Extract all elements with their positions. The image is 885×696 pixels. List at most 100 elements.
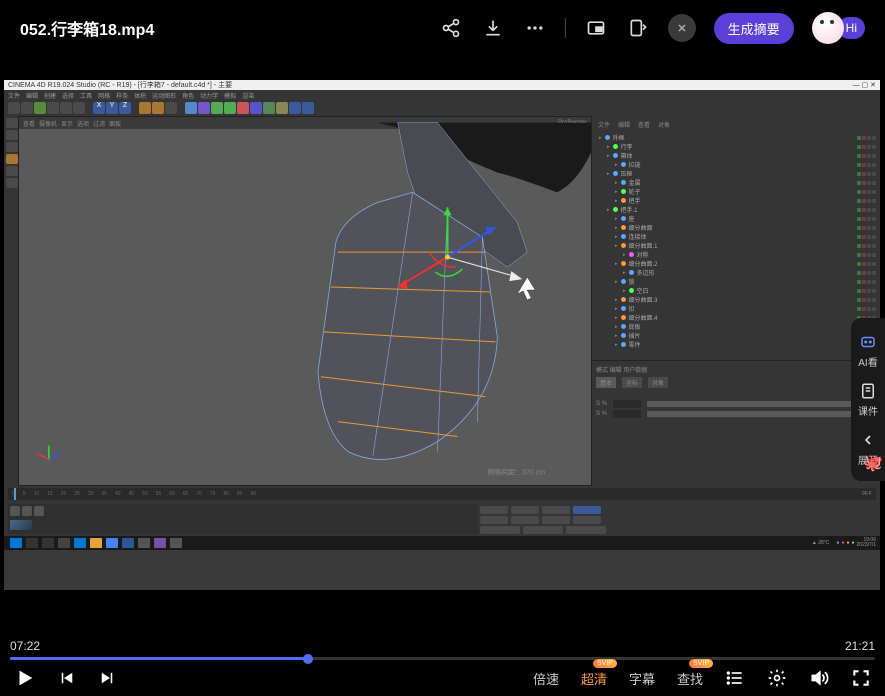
lt-model-icon[interactable] [6, 118, 18, 128]
hierarchy-item[interactable]: ▸对称 [594, 250, 878, 259]
hierarchy-item[interactable]: ▸扣 [594, 304, 878, 313]
hierarchy-item[interactable]: ▸细分曲面 [594, 223, 878, 232]
menu-tool[interactable]: 工具 [80, 91, 92, 100]
app-icon[interactable] [170, 538, 182, 548]
attr-field[interactable] [613, 400, 641, 408]
hierarchy-item[interactable]: ▸金属 [594, 178, 878, 187]
tl-btn[interactable] [34, 506, 44, 516]
lt-edge-icon[interactable] [6, 142, 18, 152]
hierarchy-item[interactable]: ▸外框 [594, 133, 878, 142]
download-icon[interactable] [481, 16, 505, 40]
menu-mesh[interactable]: 网格 [98, 91, 110, 100]
hierarchy-item[interactable]: ▸行李 [594, 142, 878, 151]
htab-view[interactable]: 查看 [638, 120, 650, 129]
search-icon[interactable] [26, 538, 38, 548]
word-icon[interactable] [122, 538, 134, 548]
hierarchy-item[interactable]: ▸座 [594, 214, 878, 223]
hierarchy-item[interactable]: ▸空白 [594, 286, 878, 295]
subtitle-button[interactable]: 字幕 [629, 669, 655, 688]
speed-button[interactable]: 倍速 [533, 669, 559, 688]
hierarchy-item[interactable]: ▸零件 [594, 340, 878, 349]
sp-doc[interactable]: 课件 [851, 375, 885, 424]
playhead[interactable] [14, 488, 16, 500]
tb-rotate-icon[interactable] [60, 102, 72, 114]
fullscreen-icon[interactable] [851, 668, 871, 688]
quality-button[interactable]: 超清 SVIP [581, 669, 607, 688]
lt-axis-icon[interactable] [6, 178, 18, 188]
cast-icon[interactable] [626, 16, 650, 40]
tl-chip[interactable] [542, 516, 570, 524]
hierarchy-item[interactable]: ▸压框 [594, 169, 878, 178]
tl-chip[interactable] [480, 506, 508, 514]
menu-file[interactable]: 文件 [8, 91, 20, 100]
tl-chip[interactable] [573, 516, 601, 524]
tb-undo-icon[interactable] [8, 102, 20, 114]
attr-slider[interactable] [647, 411, 876, 417]
tb-scale-icon[interactable] [73, 102, 85, 114]
tb-light-icon[interactable] [276, 102, 288, 114]
playlist-icon[interactable] [725, 668, 745, 688]
hierarchy-item[interactable]: ▸插片 [594, 331, 878, 340]
tb-extra-icon[interactable] [302, 102, 314, 114]
settings-icon[interactable] [767, 668, 787, 688]
menu-render[interactable]: 渲染 [242, 91, 254, 100]
folder-icon[interactable] [90, 538, 102, 548]
tl-chip[interactable] [511, 516, 539, 524]
attr-field[interactable] [613, 410, 641, 418]
menu-dyn[interactable]: 动力学 [200, 91, 218, 100]
tb-live-icon[interactable] [34, 102, 46, 114]
chrome-icon[interactable] [106, 538, 118, 548]
c4d-task-icon[interactable] [138, 538, 150, 548]
hierarchy-item[interactable]: ▸连接体 [594, 232, 878, 241]
hierarchy-item[interactable]: ▸轮子 [594, 187, 878, 196]
tb-cube-icon[interactable] [185, 102, 197, 114]
tb-renderset-icon[interactable] [152, 102, 164, 114]
prev-button[interactable] [58, 669, 76, 687]
hierarchy-panel[interactable]: 文件 编辑 查看 对象 ▸外框▸行李▸箱体▸拉链▸压框▸金属▸轮子▸把手▸把手.… [592, 116, 880, 361]
tb-cam-icon[interactable] [263, 102, 275, 114]
hierarchy-item[interactable]: ▸箱体 [594, 151, 878, 160]
sp-ai[interactable]: AI看 [851, 326, 885, 375]
attrtab-obj[interactable]: 对象 [648, 377, 668, 388]
lt-tex-icon[interactable] [6, 166, 18, 176]
app-icon[interactable] [154, 538, 166, 548]
start-icon[interactable] [10, 538, 22, 548]
attribute-panel[interactable]: 模式 编辑 用户数据 基本 坐标 对象 S % S % [592, 361, 880, 486]
tb-z-icon[interactable]: Z [119, 102, 131, 114]
tl-btn[interactable] [22, 506, 32, 516]
hierarchy-item[interactable]: ▸细分曲面.1 [594, 241, 878, 250]
hierarchy-item[interactable]: ▸细分曲面.3 [594, 295, 878, 304]
menu-char[interactable]: 角色 [182, 91, 194, 100]
tl-chip[interactable] [523, 526, 563, 534]
htab-file[interactable]: 文件 [598, 120, 610, 129]
tl-chip[interactable] [573, 506, 601, 514]
tl-chip[interactable] [480, 516, 508, 524]
hierarchy-item[interactable]: ▸把手.1 [594, 205, 878, 214]
tb-gen-icon[interactable] [224, 102, 236, 114]
edge-icon[interactable] [74, 538, 86, 548]
hierarchy-item[interactable]: ▸细分曲面.2 [594, 259, 878, 268]
summary-button[interactable]: 生成摘要 [714, 13, 794, 44]
lt-poly-icon[interactable] [6, 154, 18, 164]
taskview-icon[interactable] [42, 538, 54, 548]
tb-render-icon[interactable] [139, 102, 151, 114]
tb-x-icon[interactable]: X [93, 102, 105, 114]
tb-env-icon[interactable] [250, 102, 262, 114]
htab-edit[interactable]: 编辑 [618, 120, 630, 129]
play-button[interactable] [14, 667, 36, 689]
share-icon[interactable] [439, 16, 463, 40]
volume-icon[interactable] [809, 668, 829, 688]
tb-pv-icon[interactable] [165, 102, 177, 114]
mat-chip[interactable] [10, 520, 32, 530]
menu-spline[interactable]: 样条 [116, 91, 128, 100]
tl-chip[interactable] [480, 526, 520, 534]
htab-obj[interactable]: 对象 [658, 120, 670, 129]
more-icon[interactable] [523, 16, 547, 40]
attrtab-basic[interactable]: 基本 [596, 377, 616, 388]
avatar-group[interactable]: Hi [812, 12, 865, 44]
hierarchy-item[interactable]: ▸锁 [594, 277, 878, 286]
c4d-viewport[interactable]: 查看 摄像机 显示 选项 过滤 面板 ProRender [18, 116, 592, 486]
timeline-ruler[interactable]: 051015202530354045505560657075808590 90 … [8, 488, 876, 500]
tb-tag-icon[interactable] [289, 102, 301, 114]
hierarchy-item[interactable]: ▸把手 [594, 196, 878, 205]
